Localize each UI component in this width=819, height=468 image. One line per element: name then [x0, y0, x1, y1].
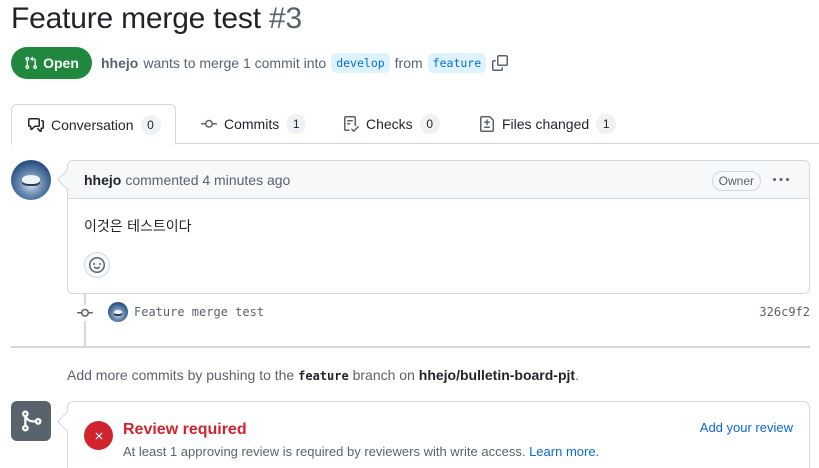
- x-circle-icon: [84, 421, 113, 450]
- comment-author-link[interactable]: hhejo: [84, 172, 121, 188]
- push-hint-prefix: Add more commits by pushing to the: [67, 367, 295, 383]
- file-diff-icon: [480, 116, 494, 132]
- tab-conversation-label: Conversation: [51, 116, 134, 133]
- commit-sha-link[interactable]: 326c9f2: [759, 305, 810, 319]
- git-merge-icon: [22, 410, 42, 432]
- pr-meta: hhejo wants to merge 1 commit into devel…: [101, 52, 509, 74]
- pr-title-text: Feature merge test: [11, 2, 261, 35]
- tab-files-changed[interactable]: Files changed 1: [479, 104, 617, 144]
- push-hint: Add more commits by pushing to the featu…: [67, 367, 579, 383]
- git-commit-icon: [75, 305, 95, 321]
- commit-message-link[interactable]: Feature merge test: [134, 305, 264, 319]
- tab-commits[interactable]: Commits 1: [201, 104, 307, 144]
- tab-commits-label: Commits: [224, 116, 280, 132]
- merge-status-icon-box: [11, 401, 51, 441]
- timeline-divider: [11, 346, 810, 348]
- push-hint-repo-link[interactable]: hhejo/bulletin-board-pjt: [419, 367, 575, 383]
- pr-tabs: Conversation 0 Commits 1 Checks 0 Files …: [11, 104, 819, 145]
- pr-author-link[interactable]: hhejo: [101, 55, 138, 71]
- push-hint-suffix: .: [575, 367, 579, 383]
- tab-files-changed-count: 1: [596, 114, 617, 134]
- pr-number: #3: [269, 2, 302, 35]
- learn-more-link[interactable]: Learn more.: [529, 444, 599, 459]
- head-branch-link[interactable]: feature: [427, 53, 487, 73]
- pr-state-badge: Open: [11, 47, 92, 79]
- tab-checks[interactable]: Checks 0: [343, 104, 440, 144]
- tab-conversation-count: 0: [140, 114, 161, 135]
- smiley-icon: [89, 257, 105, 273]
- pr-state-label: Open: [43, 55, 79, 71]
- tab-checks-label: Checks: [366, 116, 413, 132]
- review-description-text: At least 1 approving review is required …: [123, 444, 526, 459]
- push-hint-middle: branch on: [352, 367, 415, 383]
- git-commit-icon: [201, 119, 217, 128]
- add-reaction-button[interactable]: [84, 252, 110, 278]
- review-required-description: At least 1 approving review is required …: [123, 444, 599, 459]
- review-required-title: Review required: [123, 421, 247, 438]
- base-branch-link[interactable]: develop: [331, 53, 390, 73]
- comment-box: hhejo commented 4 minutes ago Owner 이것은 …: [67, 160, 810, 294]
- comment-meta[interactable]: commented 4 minutes ago: [125, 172, 290, 188]
- checklist-icon: [344, 116, 359, 132]
- merge-box: Review required At least 1 approving rev…: [67, 401, 810, 468]
- pr-title: Feature merge test #3: [11, 2, 302, 36]
- pr-from-text: from: [394, 55, 423, 71]
- comment-header: hhejo commented 4 minutes ago Owner: [68, 161, 809, 199]
- copy-icon[interactable]: [492, 55, 509, 71]
- pr-merge-text: wants to merge 1 commit into: [143, 55, 327, 71]
- owner-label: Owner: [711, 171, 761, 191]
- kebab-horizontal-icon[interactable]: [772, 171, 790, 189]
- push-hint-branch: feature: [298, 369, 349, 383]
- tab-files-changed-label: Files changed: [502, 116, 590, 132]
- comment-author-avatar[interactable]: [11, 160, 51, 200]
- tab-conversation[interactable]: Conversation 0: [11, 104, 176, 145]
- tab-commits-count: 1: [286, 114, 307, 134]
- comment-body: 이것은 테스트이다: [84, 219, 192, 235]
- comment-discussion-icon: [28, 117, 44, 132]
- commit-author-avatar[interactable]: [108, 302, 128, 322]
- git-pull-request-icon: [25, 56, 38, 70]
- add-your-review-link[interactable]: Add your review: [700, 420, 793, 435]
- timeline-commit: Feature merge test 326c9f2: [75, 302, 810, 324]
- tab-checks-count: 0: [419, 114, 440, 134]
